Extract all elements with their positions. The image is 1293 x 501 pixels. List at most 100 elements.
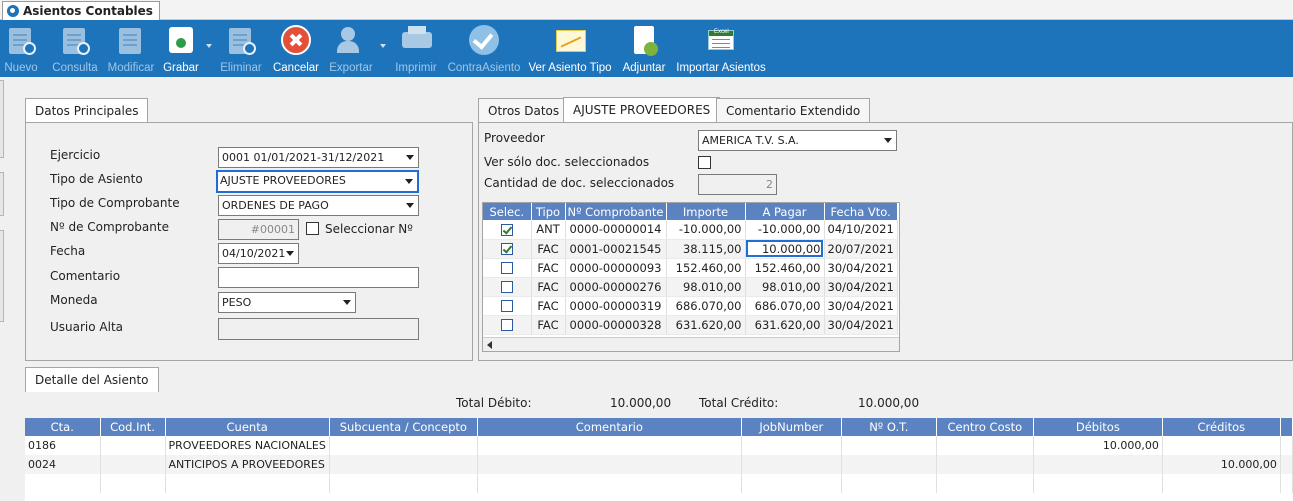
col-subcuenta[interactable]: Subcuenta / Concepto bbox=[329, 418, 478, 436]
col-a-pagar[interactable]: A Pagar bbox=[745, 203, 825, 220]
row-select-checkbox[interactable] bbox=[500, 262, 513, 274]
cantidad-field: 2 bbox=[698, 174, 777, 195]
chevron-down-icon bbox=[286, 251, 294, 256]
cancelar-button[interactable]: Cancelar bbox=[272, 20, 320, 77]
grabar-dropdown-icon[interactable] bbox=[206, 44, 212, 48]
usuario-alta-field bbox=[218, 318, 419, 340]
eliminar-button[interactable]: Eliminar bbox=[218, 20, 264, 77]
grabar-button[interactable]: Grabar bbox=[162, 20, 200, 77]
col-cod-int[interactable]: Cod.Int. bbox=[100, 418, 166, 436]
app-icon bbox=[7, 5, 19, 17]
tab-detalle-asiento[interactable]: Detalle del Asiento bbox=[25, 367, 159, 392]
window-tab-asientos[interactable]: Asientos Contables bbox=[2, 1, 160, 20]
imprimir-button[interactable]: Imprimir bbox=[393, 20, 439, 77]
seleccionar-nro-checkbox[interactable] bbox=[306, 222, 319, 235]
cell-tipo: FAC bbox=[531, 315, 566, 335]
cell-ot bbox=[841, 436, 937, 455]
adjuntar-button[interactable]: Adjuntar bbox=[620, 20, 668, 77]
row-select-checkbox[interactable] bbox=[500, 243, 513, 255]
cell-importe: 98.010,00 bbox=[666, 277, 746, 297]
fecha-label: Fecha bbox=[50, 244, 86, 258]
excel-icon: Excel bbox=[705, 24, 737, 56]
total-debito-value: 10.000,00 bbox=[610, 396, 672, 410]
cell-a-pagar[interactable]: 98.010,00 bbox=[745, 277, 825, 297]
cell-comprobante: 0000-00000093 bbox=[565, 258, 667, 278]
ver-asiento-tipo-button[interactable]: Ver Asiento Tipo bbox=[528, 20, 612, 77]
tab-otros-datos[interactable]: Otros Datos bbox=[478, 98, 570, 122]
importar-asientos-button[interactable]: Excel Importar Asientos bbox=[676, 20, 766, 77]
comentario-input[interactable] bbox=[218, 267, 419, 288]
proveedor-select[interactable]: AMERICA T.V. S.A. bbox=[698, 130, 897, 151]
col-selec[interactable]: Selec. bbox=[483, 203, 532, 220]
col-centro-costo[interactable]: Centro Costo bbox=[936, 418, 1034, 436]
row-select-checkbox[interactable] bbox=[500, 223, 513, 236]
collapsed-sidebar bbox=[0, 80, 4, 360]
cell-cod-int bbox=[100, 436, 166, 455]
contra-asiento-button[interactable]: ContraAsiento bbox=[447, 20, 521, 77]
col-importe[interactable]: Importe bbox=[666, 203, 746, 220]
nuevo-button[interactable]: Nuevo bbox=[2, 20, 40, 77]
fecha-picker[interactable]: 04/10/2021 bbox=[218, 243, 299, 264]
table-row[interactable]: FAC 0000-00000328 631.620,00 631.620,00 … bbox=[483, 315, 898, 335]
tipo-comprobante-select[interactable]: ORDENES DE PAGO bbox=[218, 195, 419, 216]
tab-ajuste-proveedores[interactable]: AJUSTE PROVEEDORES bbox=[563, 97, 721, 122]
cell-centro-costo bbox=[936, 455, 1034, 474]
cell-subcuenta bbox=[329, 455, 478, 474]
cell-creditos bbox=[1162, 436, 1281, 455]
tipo-asiento-label: Tipo de Asiento bbox=[50, 172, 143, 186]
cell-a-pagar[interactable]: -10.000,00 bbox=[745, 220, 825, 240]
ver-solo-checkbox[interactable] bbox=[698, 156, 711, 169]
col-debitos[interactable]: Débitos bbox=[1033, 418, 1163, 436]
table-row[interactable]: ANT 0000-00000014 -10.000,00 -10.000,00 … bbox=[483, 220, 898, 240]
col-creditos[interactable]: Créditos bbox=[1162, 418, 1281, 436]
cell-tipo: ANT bbox=[531, 220, 566, 240]
table-row[interactable]: FAC 0000-00000319 686.070,00 686.070,00 … bbox=[483, 296, 898, 316]
cell-ot bbox=[841, 455, 937, 474]
tab-datos-principales[interactable]: Datos Principales bbox=[25, 98, 149, 123]
table-row[interactable]: 0186 PROVEEDORES NACIONALES 10.000,00 bbox=[25, 436, 1293, 455]
table-row[interactable]: FAC 0000-00000093 152.460,00 152.460,00 … bbox=[483, 258, 898, 278]
exportar-button[interactable]: Exportar bbox=[326, 20, 376, 77]
sidebar-handle-1[interactable] bbox=[0, 80, 4, 158]
cell-a-pagar[interactable]: 152.460,00 bbox=[745, 258, 825, 278]
cell-comprobante: 0000-00000014 bbox=[565, 220, 667, 240]
ejercicio-select[interactable]: 0001 01/01/2021-31/12/2021 bbox=[218, 147, 419, 168]
nro-comprobante-field[interactable]: #00001 bbox=[218, 219, 299, 240]
total-debito-label: Total Débito: bbox=[456, 396, 532, 410]
col-comentario[interactable]: Comentario bbox=[477, 418, 742, 436]
col-jobnumber[interactable]: JobNumber bbox=[741, 418, 842, 436]
table-row-empty[interactable] bbox=[25, 474, 1293, 493]
col-tipo[interactable]: Tipo bbox=[531, 203, 566, 220]
row-select-checkbox[interactable] bbox=[500, 300, 513, 312]
moneda-select[interactable]: PESO bbox=[218, 292, 356, 313]
cell-cuenta: ANTICIPOS A PROVEEDORES bbox=[165, 455, 330, 474]
tab-comentario-extendido[interactable]: Comentario Extendido bbox=[716, 98, 871, 122]
exportar-dropdown-icon[interactable] bbox=[380, 44, 386, 48]
tipo-asiento-select[interactable]: AJUSTE PROVEEDORES bbox=[216, 170, 419, 193]
cell-a-pagar-editing[interactable]: 10.000,00 bbox=[745, 239, 825, 259]
table-row[interactable]: 0024 ANTICIPOS A PROVEEDORES 10.000,00 bbox=[25, 455, 1293, 474]
horizontal-scrollbar[interactable] bbox=[483, 337, 899, 351]
col-nro-ot[interactable]: Nº O.T. bbox=[841, 418, 937, 436]
sidebar-handle-2[interactable] bbox=[0, 172, 4, 216]
new-document-icon bbox=[5, 24, 37, 56]
table-row[interactable]: FAC 0000-00000276 98.010,00 98.010,00 30… bbox=[483, 277, 898, 297]
cell-importe: 152.460,00 bbox=[666, 258, 746, 278]
col-cta[interactable]: Cta. bbox=[25, 418, 101, 436]
col-fecha-vto[interactable]: Fecha Vto. bbox=[824, 203, 898, 220]
row-select-checkbox[interactable] bbox=[500, 319, 513, 331]
modificar-button[interactable]: Modificar bbox=[105, 20, 157, 77]
table-row[interactable]: FAC 0001-00021545 38.115,00 10.000,00 20… bbox=[483, 239, 898, 259]
sidebar-handle-3[interactable] bbox=[0, 230, 4, 322]
cell-a-pagar[interactable]: 686.070,00 bbox=[745, 296, 825, 316]
ver-solo-label: Ver sólo doc. seleccionados bbox=[484, 155, 650, 169]
cell-tipo: FAC bbox=[531, 296, 566, 316]
cell-fecha: 30/04/2021 bbox=[824, 315, 898, 335]
col-cuenta[interactable]: Cuenta bbox=[165, 418, 330, 436]
cell-a-pagar[interactable]: 631.620,00 bbox=[745, 315, 825, 335]
consulta-button[interactable]: Consulta bbox=[51, 20, 99, 77]
save-icon bbox=[165, 24, 197, 56]
col-comprobante[interactable]: Nº Comprobante bbox=[565, 203, 667, 220]
row-select-checkbox[interactable] bbox=[500, 281, 513, 293]
cell-subcuenta bbox=[329, 436, 478, 455]
